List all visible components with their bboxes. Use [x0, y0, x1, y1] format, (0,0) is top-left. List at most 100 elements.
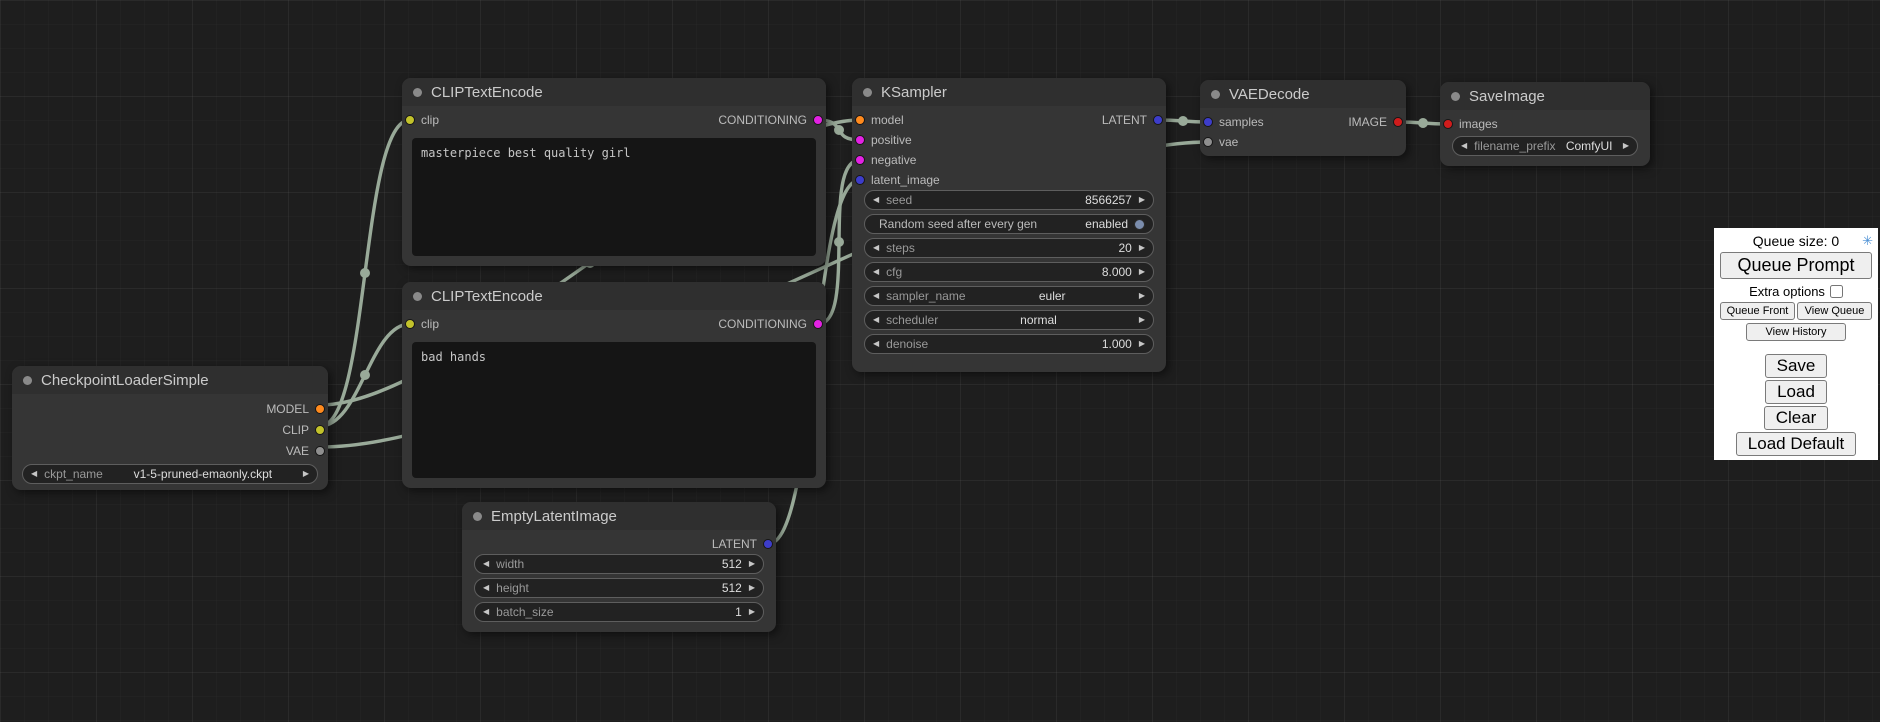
queue-prompt-button[interactable]: Queue Prompt	[1720, 252, 1872, 279]
widget-steps[interactable]: ◀ steps 20 ▶	[864, 238, 1154, 258]
output-label: LATENT	[712, 537, 757, 551]
decrement-arrow-icon[interactable]: ◀	[483, 560, 489, 568]
node-title-bar[interactable]: CheckpointLoaderSimple	[12, 366, 328, 394]
widget-denoise[interactable]: ◀ denoise 1.000 ▶	[864, 334, 1154, 354]
menu-drag-header[interactable]: Queue size: 0 ✳	[1718, 232, 1874, 250]
load-button[interactable]: Load	[1765, 380, 1827, 404]
node-ksampler[interactable]: KSampler model LATENT positive negative …	[852, 78, 1166, 372]
collapse-dot[interactable]	[413, 292, 422, 301]
output-port-conditioning[interactable]	[813, 115, 823, 125]
widget-random-seed-toggle[interactable]: Random seed after every gen enabled	[864, 214, 1154, 234]
input-port-positive[interactable]	[855, 135, 865, 145]
decrement-arrow-icon[interactable]: ◀	[873, 244, 879, 252]
widget-scheduler[interactable]: ◀ scheduler normal ▶	[864, 310, 1154, 330]
decrement-arrow-icon[interactable]: ◀	[873, 268, 879, 276]
decrement-arrow-icon[interactable]: ◀	[483, 608, 489, 616]
port-row: latent_image	[852, 170, 1166, 190]
node-title-bar[interactable]: CLIPTextEncode	[402, 78, 826, 106]
increment-arrow-icon[interactable]: ▶	[1139, 268, 1145, 276]
load-default-button[interactable]: Load Default	[1736, 432, 1856, 456]
node-clip-text-encode-positive[interactable]: CLIPTextEncode clip CONDITIONING masterp…	[402, 78, 826, 266]
prompt-textarea[interactable]: masterpiece best quality girl	[412, 138, 816, 256]
increment-arrow-icon[interactable]: ▶	[1139, 340, 1145, 348]
output-port-latent[interactable]	[763, 539, 773, 549]
input-port-images[interactable]	[1443, 119, 1453, 129]
output-port-conditioning[interactable]	[813, 319, 823, 329]
output-port-image[interactable]	[1393, 117, 1403, 127]
increment-arrow-icon[interactable]: ▶	[303, 470, 309, 478]
input-port-samples[interactable]	[1203, 117, 1213, 127]
settings-icon[interactable]: ✳	[1862, 233, 1873, 248]
increment-arrow-icon[interactable]: ▶	[749, 584, 755, 592]
view-queue-button[interactable]: View Queue	[1797, 302, 1872, 320]
collapse-dot[interactable]	[473, 512, 482, 521]
widget-seed[interactable]: ◀ seed 8566257 ▶	[864, 190, 1154, 210]
node-clip-text-encode-negative[interactable]: CLIPTextEncode clip CONDITIONING bad han…	[402, 282, 826, 488]
decrement-arrow-icon[interactable]: ◀	[873, 292, 879, 300]
widget-ckpt-name[interactable]: ◀ ckpt_name v1-5-pruned-emaonly.ckpt ▶	[22, 464, 318, 484]
extra-options-checkbox[interactable]	[1830, 285, 1843, 298]
view-history-button[interactable]: View History	[1746, 323, 1846, 341]
comfyui-canvas[interactable]: { "colors": { "link": "#99AA99", "model_…	[0, 0, 1880, 722]
output-port-clip[interactable]	[315, 425, 325, 435]
decrement-arrow-icon[interactable]: ◀	[873, 196, 879, 204]
node-save-image[interactable]: SaveImage images ◀ filename_prefix Comfy…	[1440, 82, 1650, 166]
node-checkpoint-loader-simple[interactable]: CheckpointLoaderSimple MODEL CLIP VAE ◀ …	[12, 366, 328, 490]
widget-batch-size[interactable]: ◀ batch_size 1 ▶	[474, 602, 764, 622]
node-title-bar[interactable]: CLIPTextEncode	[402, 282, 826, 310]
input-port-negative[interactable]	[855, 155, 865, 165]
increment-arrow-icon[interactable]: ▶	[1139, 316, 1145, 324]
increment-arrow-icon[interactable]: ▶	[749, 608, 755, 616]
extra-options-row: Extra options	[1749, 283, 1843, 299]
decrement-arrow-icon[interactable]: ◀	[31, 470, 37, 478]
clear-button[interactable]: Clear	[1764, 406, 1829, 430]
link-midpoint-dot	[1178, 116, 1188, 126]
increment-arrow-icon[interactable]: ▶	[1139, 196, 1145, 204]
widget-value: 512	[722, 557, 742, 571]
prompt-textarea[interactable]: bad hands	[412, 342, 816, 478]
decrement-arrow-icon[interactable]: ◀	[1461, 142, 1467, 150]
toggle-on-dot[interactable]	[1134, 219, 1145, 230]
node-vae-decode[interactable]: VAEDecode samples IMAGE vae	[1200, 80, 1406, 156]
input-port-vae[interactable]	[1203, 137, 1213, 147]
widget-height[interactable]: ◀ height 512 ▶	[474, 578, 764, 598]
widget-filename-prefix[interactable]: ◀ filename_prefix ComfyUI ▶	[1452, 136, 1638, 156]
output-port-model[interactable]	[315, 404, 325, 414]
port-row: clip CONDITIONING	[402, 314, 826, 334]
decrement-arrow-icon[interactable]: ◀	[873, 316, 879, 324]
link-midpoint-dot	[834, 237, 844, 247]
output-port-vae[interactable]	[315, 446, 325, 456]
collapse-dot[interactable]	[1451, 92, 1460, 101]
increment-arrow-icon[interactable]: ▶	[1623, 142, 1629, 150]
input-port-clip[interactable]	[405, 319, 415, 329]
widget-sampler-name[interactable]: ◀ sampler_name euler ▶	[864, 286, 1154, 306]
node-title-bar[interactable]: VAEDecode	[1200, 80, 1406, 108]
increment-arrow-icon[interactable]: ▶	[1139, 292, 1145, 300]
collapse-dot[interactable]	[1211, 90, 1220, 99]
input-port-latent-image[interactable]	[855, 175, 865, 185]
node-title-bar[interactable]: KSampler	[852, 78, 1166, 106]
extra-options-label: Extra options	[1749, 284, 1825, 299]
collapse-dot[interactable]	[863, 88, 872, 97]
widget-cfg[interactable]: ◀ cfg 8.000 ▶	[864, 262, 1154, 282]
widget-width[interactable]: ◀ width 512 ▶	[474, 554, 764, 574]
port-row: positive	[852, 130, 1166, 150]
collapse-dot[interactable]	[23, 376, 32, 385]
port-row: images	[1440, 114, 1650, 134]
widget-label: denoise	[886, 337, 928, 351]
node-title-bar[interactable]: SaveImage	[1440, 82, 1650, 110]
node-empty-latent-image[interactable]: EmptyLatentImage LATENT ◀ width 512 ▶ ◀ …	[462, 502, 776, 632]
queue-front-button[interactable]: Queue Front	[1720, 302, 1795, 320]
input-port-clip[interactable]	[405, 115, 415, 125]
decrement-arrow-icon[interactable]: ◀	[483, 584, 489, 592]
link-midpoint-dot	[1418, 118, 1428, 128]
collapse-dot[interactable]	[413, 88, 422, 97]
input-port-model[interactable]	[855, 115, 865, 125]
save-button[interactable]: Save	[1765, 354, 1828, 378]
decrement-arrow-icon[interactable]: ◀	[873, 340, 879, 348]
output-port-latent[interactable]	[1153, 115, 1163, 125]
node-title-bar[interactable]: EmptyLatentImage	[462, 502, 776, 530]
output-label: CLIP	[282, 423, 309, 437]
increment-arrow-icon[interactable]: ▶	[1139, 244, 1145, 252]
increment-arrow-icon[interactable]: ▶	[749, 560, 755, 568]
